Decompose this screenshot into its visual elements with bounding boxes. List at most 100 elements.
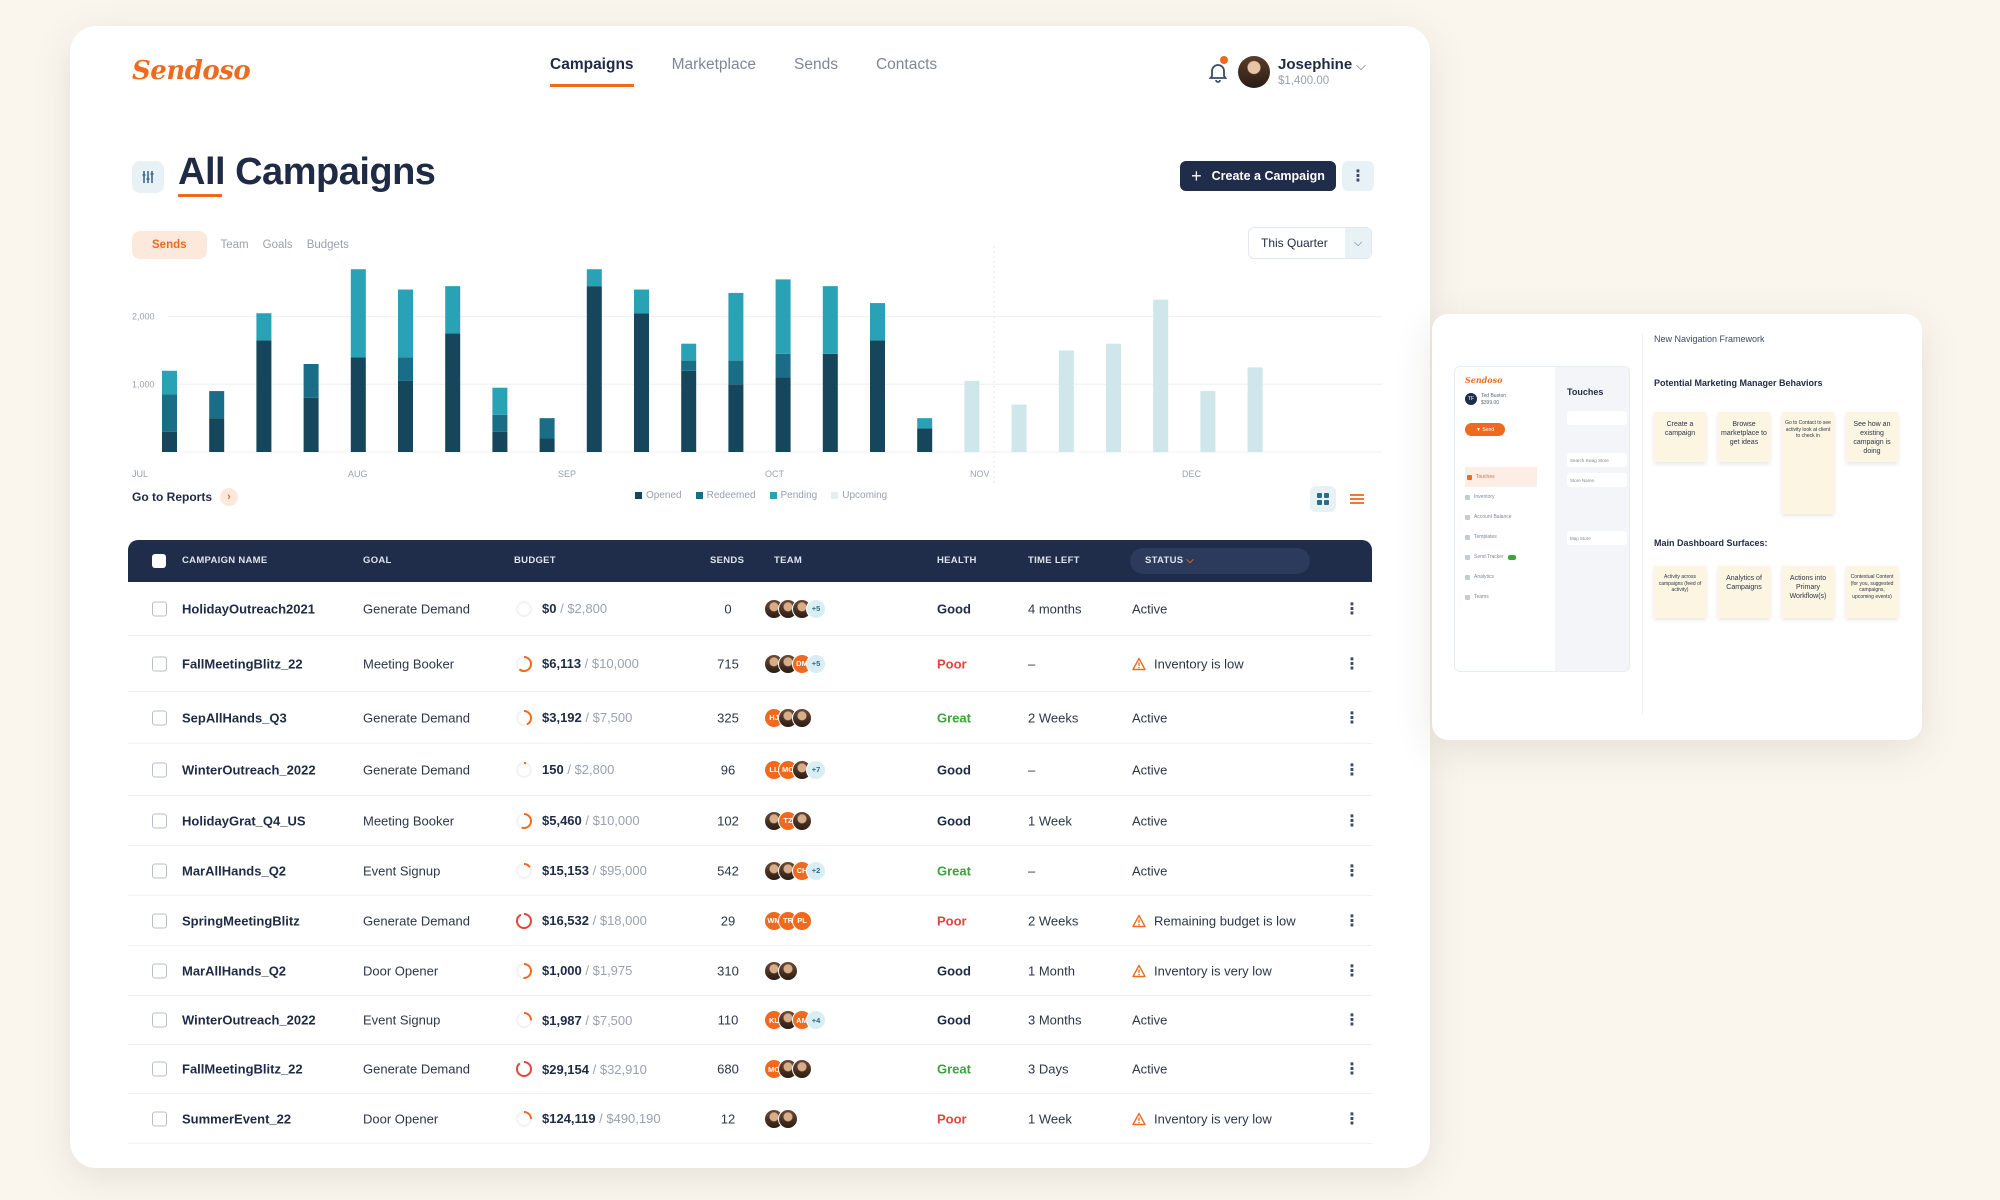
table-row[interactable]: SummerEvent_22 Door Opener $124,119 / $490… <box>128 1094 1372 1144</box>
table-row[interactable]: SepAllHands_Q3 Generate Demand $3,192 / $7… <box>128 692 1372 744</box>
row-menu-button[interactable]: ⋮ <box>1344 760 1360 780</box>
row-checkbox[interactable] <box>152 1012 167 1028</box>
bar-segment-opened[interactable] <box>256 340 272 452</box>
table-row[interactable]: SpringMeetingBlitz Generate Demand $16,532… <box>128 896 1372 946</box>
bar-segment-redeemed[interactable] <box>398 357 413 381</box>
campaign-name[interactable]: FallMeetingBlitz_22 <box>182 1062 303 1077</box>
bar-segment-redeemed[interactable] <box>775 353 791 378</box>
row-menu-button[interactable]: ⋮ <box>1344 654 1360 674</box>
bar-segment-opened[interactable] <box>822 353 838 452</box>
row-checkbox[interactable] <box>152 1111 167 1126</box>
bar-segment-opened[interactable] <box>162 431 177 452</box>
campaign-name[interactable]: FallMeetingBlitz_22 <box>182 656 303 671</box>
bar-segment-redeemed[interactable] <box>209 391 225 419</box>
header-time-left[interactable]: TIME LEFT <box>1028 555 1080 566</box>
row-checkbox[interactable] <box>152 601 167 616</box>
bar-segment-pending[interactable] <box>350 269 366 358</box>
filter-button[interactable] <box>132 161 164 193</box>
table-row[interactable]: FallMeetingBlitz_22 Generate Demand $29,15… <box>128 1045 1372 1094</box>
row-menu-button[interactable]: ⋮ <box>1344 1109 1360 1129</box>
table-row[interactable]: WinterOutreach_2022 Event Signup $1,987 / … <box>128 996 1372 1045</box>
row-menu-button[interactable]: ⋮ <box>1344 708 1360 728</box>
bar-segment-pending[interactable] <box>870 303 885 341</box>
campaign-name[interactable]: SpringMeetingBlitz <box>182 913 300 928</box>
bar-segment-pending[interactable] <box>256 313 272 341</box>
user-name[interactable]: Josephine <box>1278 56 1352 73</box>
more-options-button[interactable]: ⋮ <box>1342 161 1374 191</box>
table-row[interactable]: HolidayOutreach2021 Generate Demand $0 / $… <box>128 582 1372 636</box>
row-menu-button[interactable]: ⋮ <box>1344 811 1360 831</box>
row-checkbox[interactable] <box>152 710 167 725</box>
row-checkbox[interactable] <box>152 762 167 777</box>
bar-segment-upcoming[interactable] <box>1058 350 1074 452</box>
bar-segment-pending[interactable] <box>681 343 697 361</box>
row-checkbox[interactable] <box>152 963 167 978</box>
bar-segment-upcoming[interactable] <box>1106 343 1121 452</box>
row-menu-button[interactable]: ⋮ <box>1344 599 1360 619</box>
nav-tab-campaigns[interactable]: Campaigns <box>550 56 634 87</box>
bar-segment-redeemed[interactable] <box>492 414 508 432</box>
table-row[interactable]: MarAllHands_Q2 Door Opener $1,000 / $1,975… <box>128 946 1372 996</box>
header-goal[interactable]: GOAL <box>363 555 392 566</box>
bar-segment-pending[interactable] <box>775 279 791 354</box>
campaign-name[interactable]: SummerEvent_22 <box>182 1111 291 1126</box>
bar-segment-opened[interactable] <box>492 431 508 452</box>
bar-segment-opened[interactable] <box>586 286 602 452</box>
bar-segment-opened[interactable] <box>870 340 885 452</box>
chevron-down-icon[interactable]: ⌵ <box>1356 58 1366 74</box>
bar-segment-pending[interactable] <box>445 286 461 334</box>
header-campaign-name[interactable]: CAMPAIGN NAME <box>182 555 268 566</box>
bar-segment-opened[interactable] <box>398 380 413 452</box>
sendoso-logo[interactable]: Sendoso <box>132 56 251 86</box>
bar-segment-opened[interactable] <box>209 418 225 452</box>
create-campaign-button[interactable]: + Create a Campaign <box>1180 161 1336 191</box>
row-checkbox[interactable] <box>152 813 167 828</box>
bar-segment-pending[interactable] <box>917 418 933 429</box>
bar-segment-redeemed[interactable] <box>303 364 319 398</box>
bell-icon[interactable] <box>1206 60 1230 84</box>
bar-segment-pending[interactable] <box>822 286 838 354</box>
row-checkbox[interactable] <box>152 1061 167 1077</box>
table-row[interactable]: FallMeetingBlitz_22 Meeting Booker $6,113 … <box>128 636 1372 692</box>
bar-segment-opened[interactable] <box>917 428 933 452</box>
campaign-name[interactable]: HolidayGrat_Q4_US <box>182 813 306 828</box>
bar-segment-pending[interactable] <box>634 289 649 314</box>
table-row[interactable]: WinterOutreach_2022 Generate Demand 150 / … <box>128 744 1372 796</box>
user-avatar[interactable] <box>1238 56 1270 88</box>
bar-segment-opened[interactable] <box>445 333 461 452</box>
row-menu-button[interactable]: ⋮ <box>1344 1010 1360 1030</box>
nav-tab-sends[interactable]: Sends <box>794 56 838 87</box>
campaign-name[interactable]: MarAllHands_Q2 <box>182 963 286 978</box>
bar-segment-upcoming[interactable] <box>1153 299 1169 452</box>
header-sends[interactable]: SENDS <box>710 555 744 566</box>
bar-segment-opened[interactable] <box>350 357 366 452</box>
go-to-reports-link[interactable]: Go to Reports › <box>132 488 238 506</box>
header-status[interactable]: STATUS ⌵ <box>1145 555 1194 566</box>
row-menu-button[interactable]: ⋮ <box>1344 961 1360 981</box>
bar-segment-pending[interactable] <box>162 370 177 395</box>
table-row[interactable]: HolidayGrat_Q4_US Meeting Booker $5,460 / … <box>128 796 1372 846</box>
campaign-name[interactable]: MarAllHands_Q2 <box>182 863 286 878</box>
bar-segment-upcoming[interactable] <box>1200 391 1216 452</box>
campaign-name[interactable]: SepAllHands_Q3 <box>182 710 287 725</box>
header-budget[interactable]: BUDGET <box>514 555 556 566</box>
bar-segment-upcoming[interactable] <box>964 380 980 452</box>
bar-segment-redeemed[interactable] <box>681 360 697 371</box>
header-team[interactable]: TEAM <box>774 555 802 566</box>
select-all-checkbox[interactable] <box>152 554 166 568</box>
bar-segment-opened[interactable] <box>303 397 319 452</box>
row-checkbox[interactable] <box>152 656 167 671</box>
nav-tab-marketplace[interactable]: Marketplace <box>672 56 756 87</box>
row-checkbox[interactable] <box>152 913 167 928</box>
bar-segment-upcoming[interactable] <box>1011 404 1027 452</box>
grid-view-button[interactable] <box>1310 486 1336 512</box>
bar-segment-redeemed[interactable] <box>162 394 177 432</box>
row-menu-button[interactable]: ⋮ <box>1344 861 1360 881</box>
bar-segment-opened[interactable] <box>634 313 649 452</box>
bar-segment-opened[interactable] <box>539 438 555 452</box>
bar-segment-upcoming[interactable] <box>1247 367 1263 452</box>
bar-segment-pending[interactable] <box>492 387 508 415</box>
campaign-name[interactable]: HolidayOutreach2021 <box>182 601 315 616</box>
list-view-button[interactable] <box>1344 486 1370 512</box>
table-row[interactable]: MarAllHands_Q2 Event Signup $15,153 / $95,… <box>128 846 1372 896</box>
